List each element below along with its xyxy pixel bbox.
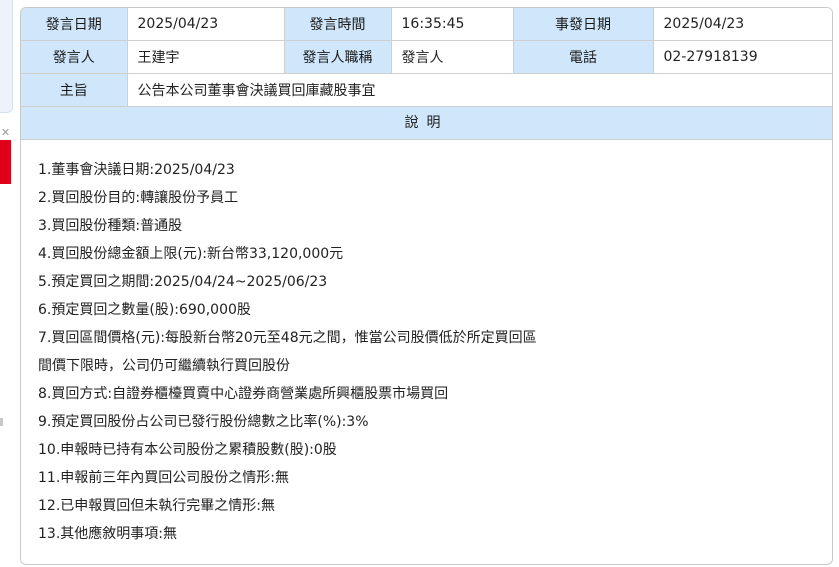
list-item: 9.預定買回股份占公司已發行股份總數之比率(%):3%	[38, 414, 369, 430]
ad-banner[interactable]	[0, 140, 11, 184]
event-date-label: 事發日期	[512, 8, 654, 41]
list-item: 7.買回區間價格(元):每股新台幣20元至48元之間，惟當公司股價低於所定買回區…	[38, 330, 537, 374]
description-heading: 說明	[21, 107, 832, 140]
phone-label: 電話	[512, 40, 654, 74]
publish-date: 2025/04/23	[126, 8, 285, 41]
list-item: 11.申報前三年內買回公司股份之情形:無	[38, 470, 289, 486]
list-item: 5.預定買回之期間:2025/04/24~2025/06/23	[38, 274, 328, 290]
publish-time: 16:35:45	[390, 8, 514, 41]
list-item: 2.買回股份目的:轉讓股份予員工	[38, 190, 239, 206]
speaker-title: 發言人	[390, 40, 514, 74]
event-date: 2025/04/23	[652, 8, 832, 41]
close-ad-icon[interactable]: ✕	[0, 126, 11, 139]
speaker-label: 發言人	[21, 40, 128, 74]
side-panel	[0, 0, 13, 113]
announcement-meta-table: 發言日期 2025/04/23 發言時間 16:35:45 事發日期 2025/…	[21, 8, 832, 107]
subject-label: 主旨	[21, 73, 128, 107]
speaker: 王建宇	[126, 40, 285, 74]
announcement-card: 發言日期 2025/04/23 發言時間 16:35:45 事發日期 2025/…	[20, 7, 833, 565]
side-scroll-mark	[0, 418, 3, 426]
subject: 公告本公司董事會決議買回庫藏股事宜	[126, 73, 832, 107]
phone: 02-27918139	[652, 40, 832, 74]
list-item: 1.董事會決議日期:2025/04/23	[38, 162, 235, 178]
list-item: 8.買回方式:自證券櫃檯買賣中心證券商營業處所興櫃股票市場買回	[38, 386, 449, 402]
list-item: 12.已申報買回但未執行完畢之情形:無	[38, 498, 275, 514]
description-list: 1.董事會決議日期:2025/04/23 2.買回股份目的:轉讓股份予員工 3.…	[21, 140, 832, 548]
publish-date-label: 發言日期	[21, 8, 128, 41]
list-item: 3.買回股份種類:普通股	[38, 218, 183, 234]
list-item: 10.申報時已持有本公司股份之累積股數(股):0股	[38, 442, 337, 458]
list-item: 6.預定買回之數量(股):690,000股	[38, 302, 251, 318]
meta-row-speaker: 發言人 王建宇 發言人職稱 發言人 電話 02-27918139	[21, 40, 832, 74]
list-item: 13.其他應敘明事項:無	[38, 526, 177, 542]
list-item: 4.買回股份總金額上限(元):新台幣33,120,000元	[38, 246, 344, 262]
publish-time-label: 發言時間	[283, 8, 392, 41]
meta-row-subject: 主旨 公告本公司董事會決議買回庫藏股事宜	[21, 73, 832, 107]
meta-row-date: 發言日期 2025/04/23 發言時間 16:35:45 事發日期 2025/…	[21, 8, 832, 41]
speaker-title-label: 發言人職稱	[283, 40, 392, 74]
